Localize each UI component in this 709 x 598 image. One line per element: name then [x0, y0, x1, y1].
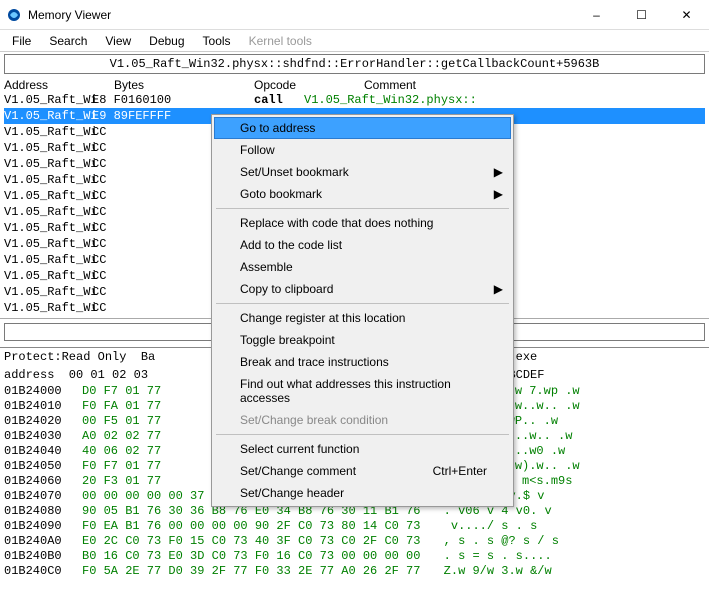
maximize-button[interactable]: ☐ — [619, 0, 664, 30]
disasm-header: Address Bytes Opcode Comment — [0, 76, 709, 92]
hex-row[interactable]: 01B240B0B0 16 C0 73 E0 3D C0 73 F0 16 C0… — [4, 549, 705, 564]
col-opcode[interactable]: Opcode — [254, 78, 364, 92]
ctx-replace-nop[interactable]: Replace with code that does nothing — [214, 212, 511, 234]
menubar: File Search View Debug Tools Kernel tool… — [0, 30, 709, 52]
chevron-right-icon: ▶ — [494, 165, 503, 179]
hex-row[interactable]: 01B24090F0 EA B1 76 00 00 00 00 90 2F C0… — [4, 519, 705, 534]
ctx-follow[interactable]: Follow — [214, 139, 511, 161]
chevron-right-icon: ▶ — [494, 282, 503, 296]
ctx-goto-address[interactable]: Go to address — [214, 117, 511, 139]
address-bar[interactable]: V1.05_Raft_Win32.physx::shdfnd::ErrorHan… — [4, 54, 705, 74]
close-button[interactable]: ✕ — [664, 0, 709, 30]
menu-search[interactable]: Search — [41, 32, 95, 50]
ctx-set-header[interactable]: Set/Change header — [214, 482, 511, 504]
chevron-right-icon: ▶ — [494, 187, 503, 201]
col-bytes[interactable]: Bytes — [114, 78, 254, 92]
separator — [216, 208, 509, 209]
hex-row[interactable]: 01B240C0F0 5A 2E 77 D0 39 2F 77 F0 33 2E… — [4, 564, 705, 579]
ctx-add-codelist[interactable]: Add to the code list — [214, 234, 511, 256]
context-menu: Go to address Follow Set/Unset bookmark▶… — [211, 114, 514, 507]
shortcut-label: Ctrl+Enter — [433, 464, 487, 478]
separator — [216, 434, 509, 435]
ctx-findout[interactable]: Find out what addresses this instruction… — [214, 373, 511, 409]
ctx-assemble[interactable]: Assemble — [214, 256, 511, 278]
menu-tools[interactable]: Tools — [195, 32, 239, 50]
menu-kernel[interactable]: Kernel tools — [241, 32, 320, 50]
ctx-goto-bookmark[interactable]: Goto bookmark▶ — [214, 183, 511, 205]
ctx-break-trace[interactable]: Break and trace instructions — [214, 351, 511, 373]
ctx-break-condition: Set/Change break condition — [214, 409, 511, 431]
app-icon — [6, 7, 22, 23]
ctx-toggle-breakpoint[interactable]: Toggle breakpoint — [214, 329, 511, 351]
menu-view[interactable]: View — [97, 32, 139, 50]
minimize-button[interactable]: – — [574, 0, 619, 30]
col-comment[interactable]: Comment — [364, 78, 705, 92]
hex-row[interactable]: 01B240A0E0 2C C0 73 F0 15 C0 73 40 3F C0… — [4, 534, 705, 549]
menu-file[interactable]: File — [4, 32, 39, 50]
disasm-row[interactable]: V1.05_Raft_WiE8 F0160100callV1.05_Raft_W… — [4, 92, 705, 108]
ctx-copy[interactable]: Copy to clipboard▶ — [214, 278, 511, 300]
ctx-set-comment[interactable]: Set/Change commentCtrl+Enter — [214, 460, 511, 482]
ctx-set-bookmark[interactable]: Set/Unset bookmark▶ — [214, 161, 511, 183]
menu-debug[interactable]: Debug — [141, 32, 192, 50]
window-title: Memory Viewer — [28, 8, 111, 22]
ctx-change-register[interactable]: Change register at this location — [214, 307, 511, 329]
titlebar: Memory Viewer – ☐ ✕ — [0, 0, 709, 30]
col-address[interactable]: Address — [4, 78, 114, 92]
separator — [216, 303, 509, 304]
ctx-select-function[interactable]: Select current function — [214, 438, 511, 460]
